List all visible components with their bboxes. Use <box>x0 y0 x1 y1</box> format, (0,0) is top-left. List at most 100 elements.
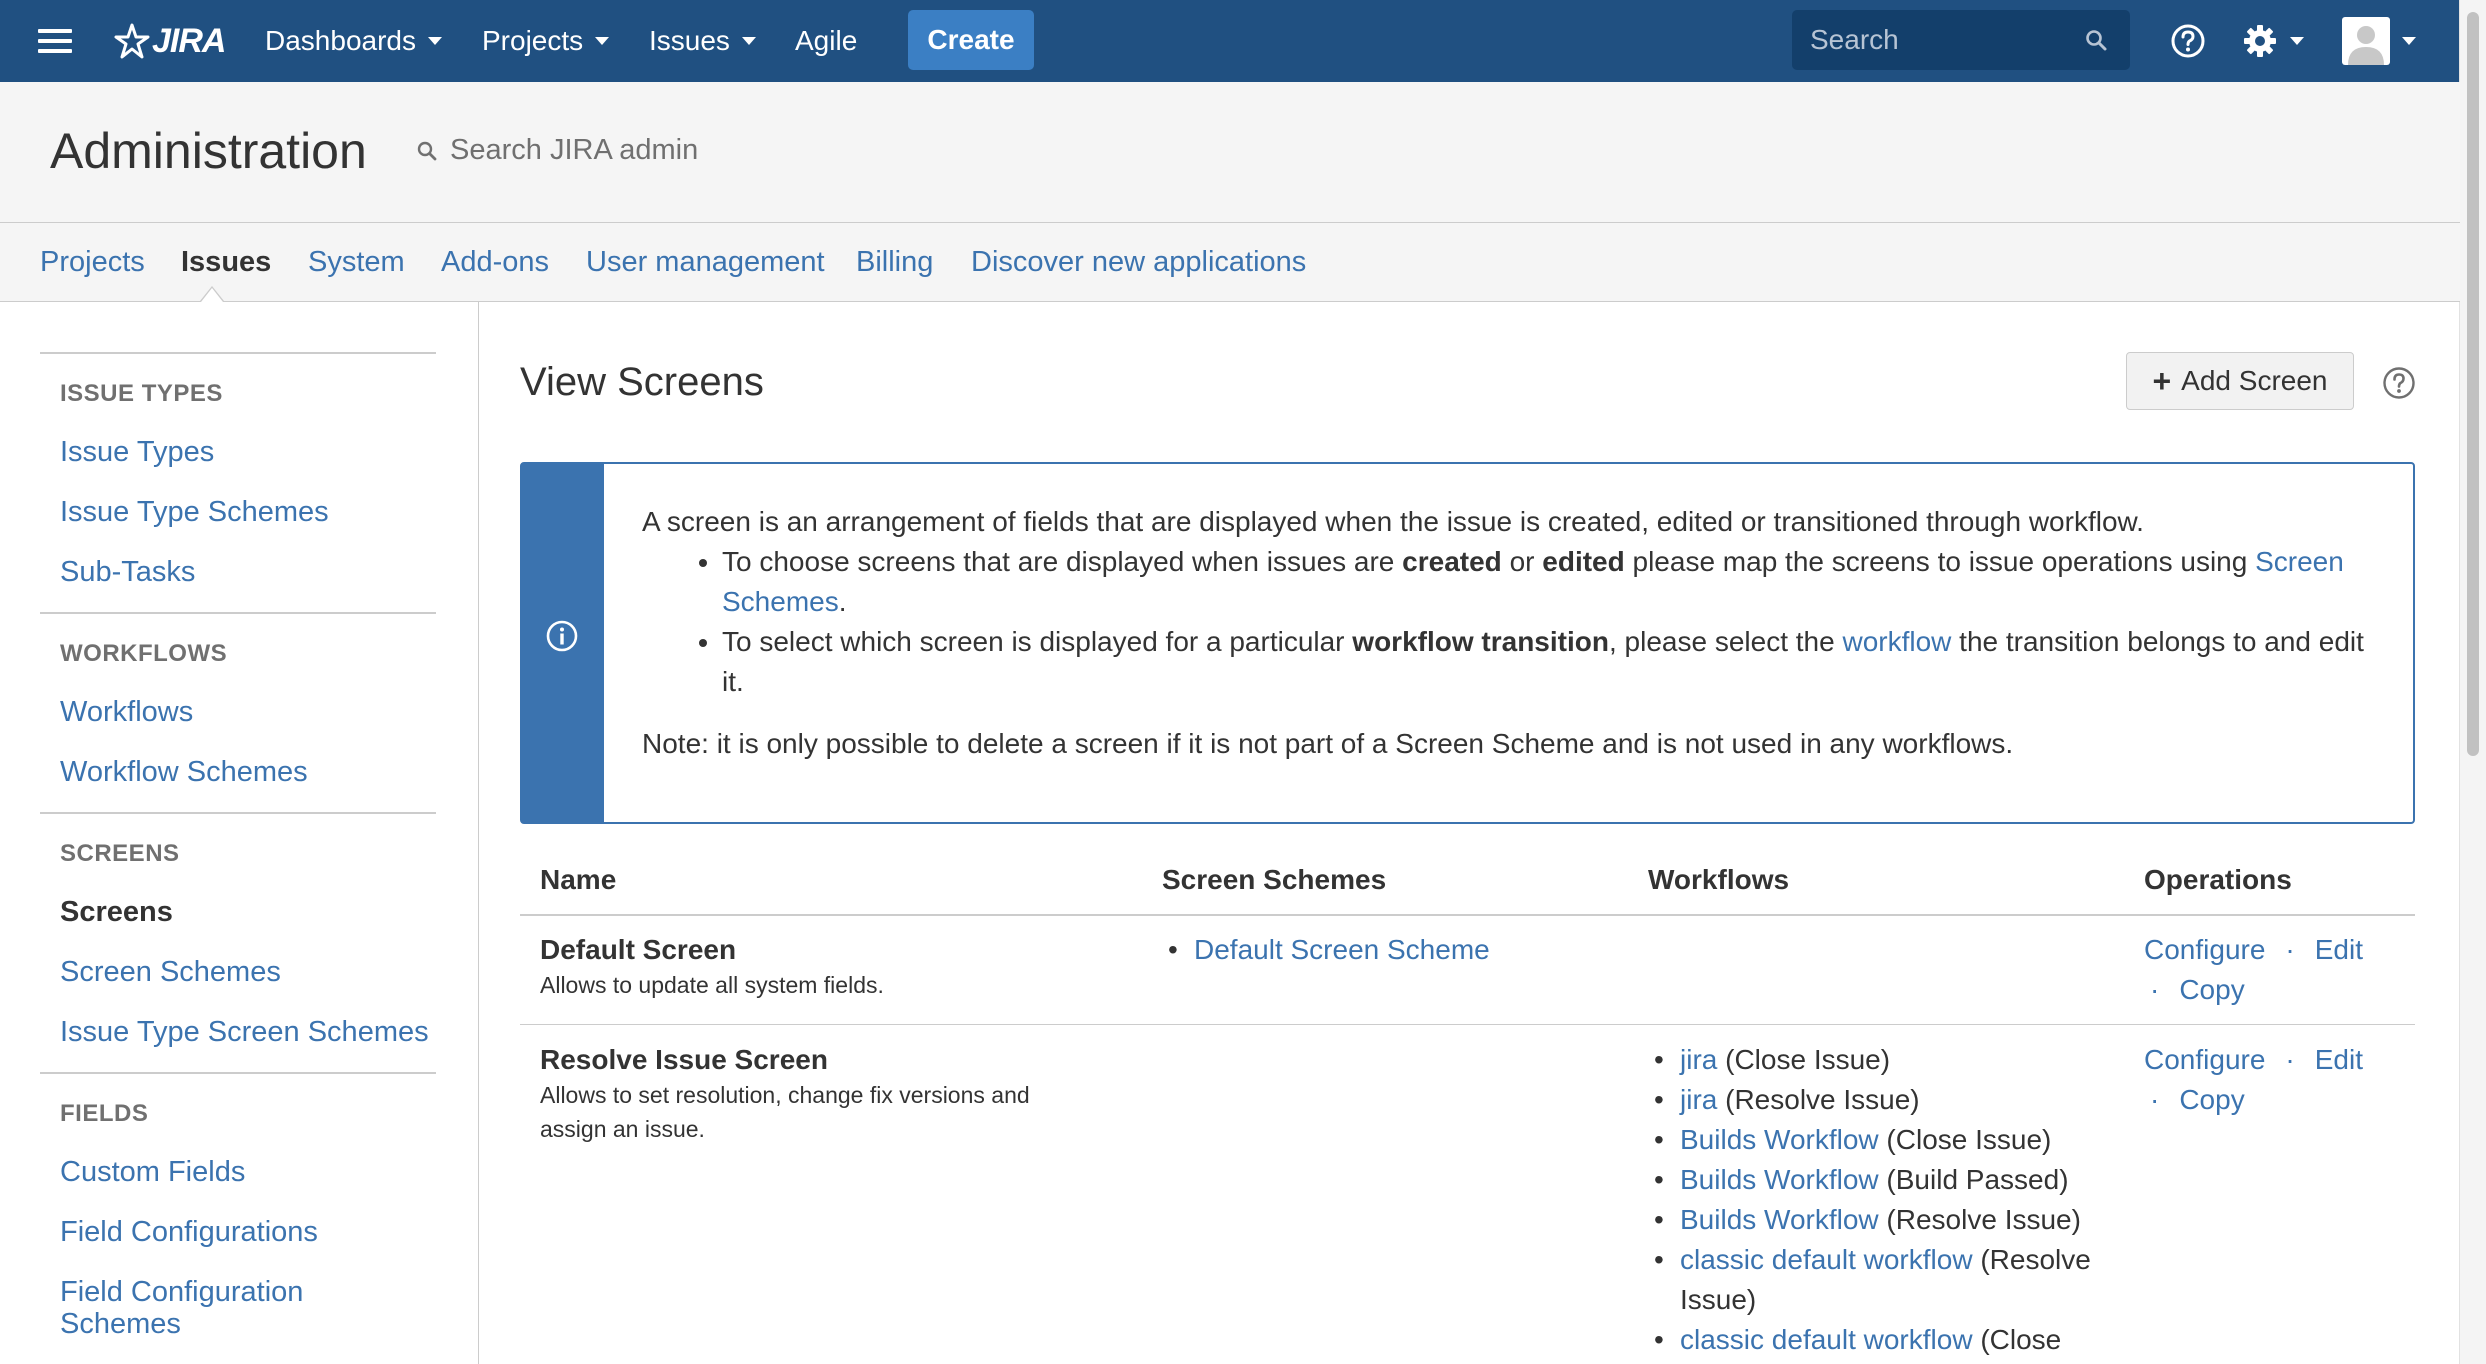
info-text: To choose screens that are displayed whe… <box>722 546 1403 577</box>
tab-billing[interactable]: Billing <box>856 223 933 301</box>
list-item: jira (Close Issue) <box>1654 1040 1890 1080</box>
sidebar-item-issue-types[interactable]: Issue Types <box>60 436 214 468</box>
info-note: Note: it is only possible to delete a sc… <box>642 728 2014 759</box>
sidebar-item-issue-type-schemes[interactable]: Issue Type Schemes <box>60 496 329 528</box>
list-item: Default Screen Scheme <box>1168 930 1490 970</box>
nav-dashboards-label: Dashboards <box>265 25 416 56</box>
default-screen-scheme-link[interactable]: Default Screen Scheme <box>1194 934 1490 965</box>
info-bold: workflow transition <box>1352 626 1609 657</box>
tab-system[interactable]: System <box>308 223 405 301</box>
row-operations: Configure · Edit · Copy <box>2144 1040 2363 1120</box>
admin-settings-menu[interactable] <box>2242 0 2304 82</box>
column-header-screen-schemes: Screen Schemes <box>1162 864 1387 895</box>
sidebar-item-label: Field Configuration <box>60 1276 304 1308</box>
nav-issues[interactable]: Issues <box>649 0 756 82</box>
workflow-link[interactable]: classic default workflow <box>1680 1244 1973 1275</box>
workflow-transition: (Close <box>1972 1324 2062 1355</box>
jira-logo-icon <box>114 23 150 59</box>
tab-add-ons[interactable]: Add-ons <box>441 223 549 301</box>
sidebar-item-screens[interactable]: Screens <box>60 896 173 928</box>
app-switcher-menu-icon[interactable] <box>38 0 72 82</box>
sidebar-heading-issue-types: ISSUE TYPES <box>60 380 223 407</box>
tab-issues[interactable]: Issues <box>181 223 271 301</box>
screen-description: Allows to update all system fields. <box>540 972 884 998</box>
nav-agile[interactable]: Agile <box>795 0 857 82</box>
edit-link[interactable]: Edit <box>2315 934 2363 965</box>
table-row-divider <box>520 1024 2415 1025</box>
workflow-link[interactable]: jira <box>1680 1084 1717 1115</box>
user-profile-menu[interactable] <box>2342 0 2416 82</box>
gear-icon <box>2244 25 2276 57</box>
sidebar-item-field-configuration-schemes[interactable]: Field Configuration Schemes <box>60 1276 303 1340</box>
list-item: classic default workflow (Close <box>1654 1320 2062 1360</box>
create-button[interactable]: Create <box>908 10 1034 70</box>
admin-search-input[interactable]: Search JIRA admin <box>416 134 698 167</box>
list-item: Builds Workflow (Close Issue) <box>1654 1120 2051 1160</box>
info-icon <box>546 620 578 652</box>
tab-user-management[interactable]: User management <box>586 223 825 301</box>
quick-search-input[interactable]: Search <box>1792 10 2130 70</box>
sidebar-heading-fields: FIELDS <box>60 1100 149 1127</box>
help-menu[interactable] <box>2170 0 2206 82</box>
info-message: A screen is an arrangement of fields tha… <box>520 462 2415 824</box>
workflow-transition: (Resolve Issue) <box>1878 1204 2081 1235</box>
separator: · <box>2285 1044 2295 1075</box>
info-message-text: A screen is an arrangement of fields tha… <box>642 464 2382 764</box>
copy-link[interactable]: Copy <box>2179 1084 2244 1115</box>
workflow-link[interactable]: classic default workflow <box>1680 1324 1973 1355</box>
nav-projects[interactable]: Projects <box>482 0 610 82</box>
sidebar-item-issue-type-screen-schemes[interactable]: Issue Type Screen Schemes <box>60 1016 429 1048</box>
sidebar-divider <box>40 1072 436 1074</box>
add-screen-button[interactable]: + Add Screen <box>2126 352 2354 410</box>
info-text: , please select the <box>1608 626 1843 657</box>
tab-discover-new-applications[interactable]: Discover new applications <box>971 223 1306 301</box>
separator: · <box>2150 974 2160 1005</box>
sidebar-heading-screens: SCREENS <box>60 840 180 867</box>
sidebar-item-custom-fields[interactable]: Custom Fields <box>60 1156 245 1188</box>
jira-logo[interactable]: JIRA <box>114 0 226 82</box>
chevron-down-icon <box>427 37 442 45</box>
sidebar-item-screen-schemes[interactable]: Screen Schemes <box>60 956 281 988</box>
help-icon <box>2171 24 2205 58</box>
workflow-transition: (Resolve Issue) <box>1717 1084 1920 1115</box>
info-bullet: To choose screens that are displayed whe… <box>722 542 2382 622</box>
workflow-link[interactable]: jira <box>1680 1044 1717 1075</box>
help-icon[interactable] <box>2382 366 2416 400</box>
sidebar-item-sub-tasks[interactable]: Sub-Tasks <box>60 556 195 588</box>
page-scrollbar[interactable] <box>2459 0 2486 1364</box>
sidebar-item-field-configurations[interactable]: Field Configurations <box>60 1216 318 1248</box>
main-heading: View Screens <box>520 360 764 404</box>
screen-description: Allows to set resolution, change fix ver… <box>540 1078 1030 1146</box>
sidebar-divider <box>40 812 436 814</box>
workflow-transition: (Build Passed) <box>1878 1164 2069 1195</box>
avatar <box>2342 17 2390 65</box>
chevron-down-icon <box>595 37 610 45</box>
edit-link[interactable]: Edit <box>2315 1044 2363 1075</box>
info-list: To choose screens that are displayed whe… <box>642 542 2382 702</box>
workflow-link[interactable]: Builds Workflow <box>1680 1164 1879 1195</box>
admin-header: Administration Search JIRA admin <box>0 82 2460 223</box>
nav-projects-label: Projects <box>482 25 584 56</box>
sidebar-item-workflow-schemes[interactable]: Workflow Schemes <box>60 756 308 788</box>
info-bold: edited <box>1542 546 1625 577</box>
admin-sidebar: ISSUE TYPES Issue Types Issue Type Schem… <box>0 302 479 1364</box>
configure-link[interactable]: Configure <box>2144 934 2265 965</box>
row-operations: Configure · Edit · Copy <box>2144 930 2363 1010</box>
nav-dashboards[interactable]: Dashboards <box>265 0 442 82</box>
configure-link[interactable]: Configure <box>2144 1044 2265 1075</box>
scrollbar-thumb[interactable] <box>2467 12 2479 756</box>
info-bullet: To select which screen is displayed for … <box>722 622 2382 702</box>
copy-link[interactable]: Copy <box>2179 974 2244 1005</box>
sidebar-heading-workflows: WORKFLOWS <box>60 640 228 667</box>
sidebar-divider <box>40 352 436 354</box>
workflow-link[interactable]: workflow <box>1842 626 1951 657</box>
nav-issues-label: Issues <box>649 25 730 56</box>
workflow-link[interactable]: Builds Workflow <box>1680 1204 1879 1235</box>
chevron-down-icon <box>2290 37 2304 45</box>
screen-name: Resolve Issue Screen <box>540 1044 828 1075</box>
tab-projects[interactable]: Projects <box>40 223 145 301</box>
sidebar-item-workflows[interactable]: Workflows <box>60 696 193 728</box>
admin-search-placeholder: Search JIRA admin <box>450 134 699 166</box>
screen-description-line: Allows to set resolution, change fix ver… <box>540 1082 1030 1108</box>
workflow-link[interactable]: Builds Workflow <box>1680 1124 1879 1155</box>
